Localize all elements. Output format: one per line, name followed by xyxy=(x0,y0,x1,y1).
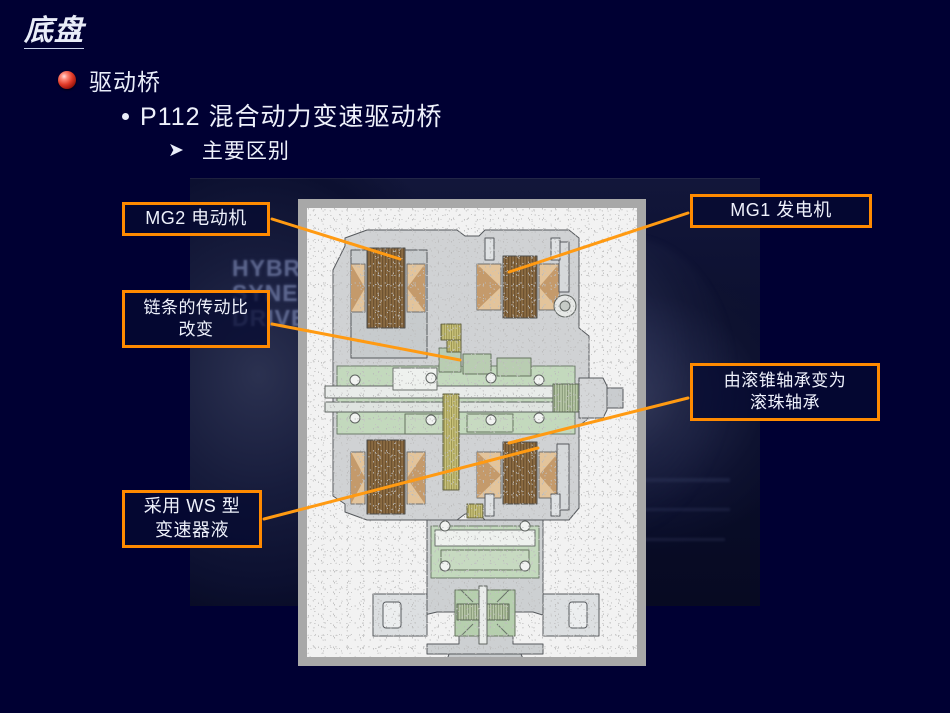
callout-mg2-motor[interactable]: MG2 电动机 xyxy=(122,202,270,236)
arrowhead-bullet-icon: ➤ xyxy=(168,139,184,161)
outline-level3: ➤ 主要区别 xyxy=(168,135,290,165)
figure-noise-texture xyxy=(307,208,637,657)
outline-level1: 驱动桥 xyxy=(58,63,161,97)
outline-level2: P112 混合动力变速驱动桥 xyxy=(122,97,442,133)
red-sphere-bullet-icon xyxy=(58,71,76,89)
callout-mg1-generator[interactable]: MG1 发电机 xyxy=(690,194,872,228)
outline-level2-label: P112 混合动力变速驱动桥 xyxy=(140,103,443,131)
outline-level1-label: 驱动桥 xyxy=(89,69,161,95)
callout-ball-bearing[interactable]: 由滚锥轴承变为 滚珠轴承 xyxy=(690,363,880,421)
round-dot-bullet-icon xyxy=(122,113,129,120)
callout-chain-ratio[interactable]: 链条的传动比 改变 xyxy=(122,290,270,348)
callout-ws-fluid[interactable]: 采用 WS 型变速器液 xyxy=(122,490,262,548)
transaxle-cutaway-figure xyxy=(298,199,646,666)
slide-canvas: 底盘 驱动桥 P112 混合动力变速驱动桥 ➤ 主要区别 HYBRID SYNE… xyxy=(0,0,950,713)
outline-level3-label: 主要区别 xyxy=(201,140,290,163)
page-title: 底盘 xyxy=(24,16,85,50)
